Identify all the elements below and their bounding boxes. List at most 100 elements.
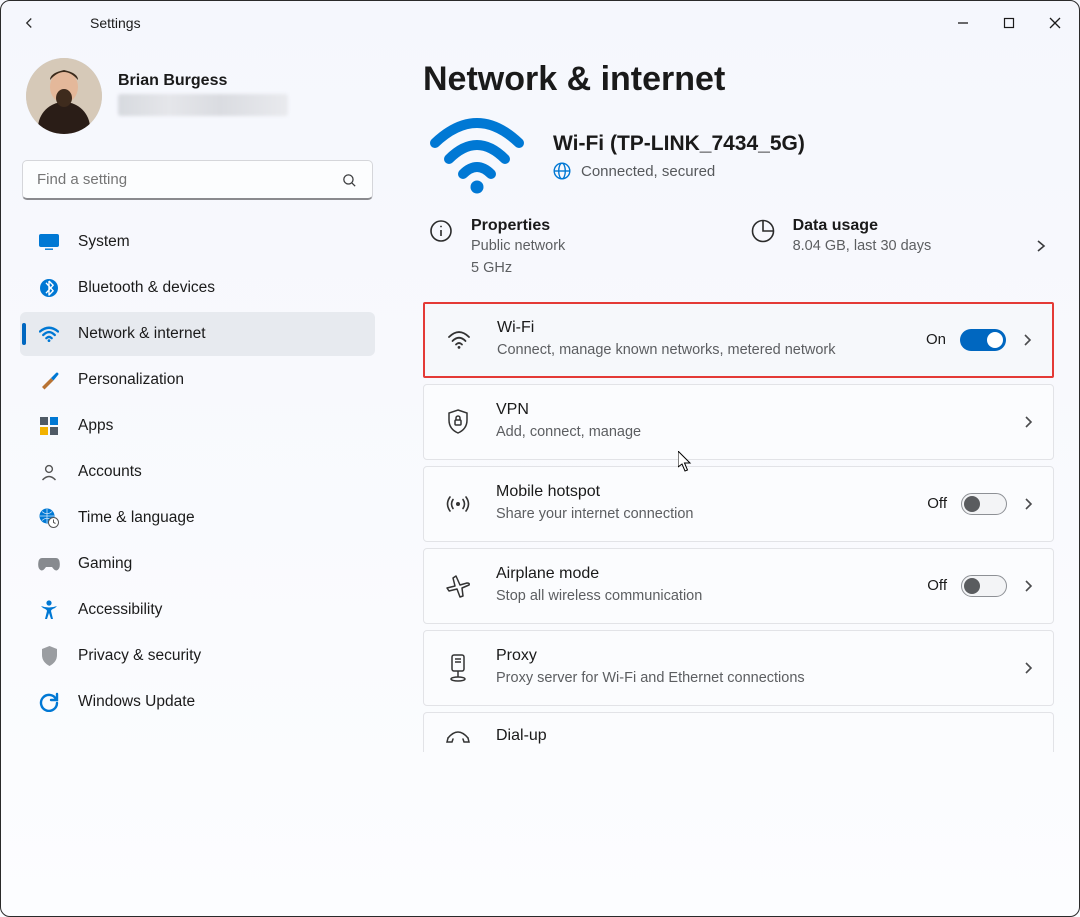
card-dial-up[interactable]: Dial-up	[423, 712, 1054, 752]
nav-label: Apps	[78, 417, 113, 435]
bluetooth-icon	[38, 277, 60, 299]
wifi-toggle-state: On	[926, 331, 946, 348]
secured-globe-icon	[553, 162, 571, 180]
nav-label: Bluetooth & devices	[78, 279, 215, 297]
active-indicator	[22, 323, 26, 345]
chevron-right-icon	[1021, 414, 1037, 430]
card-title: VPN	[496, 401, 999, 419]
display-icon	[38, 231, 60, 253]
nav-item-windows-update[interactable]: Windows Update	[20, 680, 375, 724]
data-usage-subtitle: 8.04 GB, last 30 days	[793, 235, 932, 257]
nav-label: Accessibility	[78, 601, 162, 619]
properties-subtitle: Public network5 GHz	[471, 235, 565, 280]
chevron-right-icon	[1021, 578, 1037, 594]
nav-item-accounts[interactable]: Accounts	[20, 450, 375, 494]
titlebar: ← back Settings	[0, 0, 1080, 46]
airplane-toggle[interactable]	[961, 575, 1007, 597]
card-mobile-hotspot[interactable]: Mobile hotspot Share your internet conne…	[423, 466, 1054, 542]
hotspot-toggle-state: Off	[927, 495, 947, 512]
nav-item-gaming[interactable]: Gaming	[20, 542, 375, 586]
nav-label: Network & internet	[78, 325, 206, 343]
properties-link[interactable]: Properties Public network5 GHz	[423, 215, 733, 282]
avatar	[26, 58, 102, 134]
update-icon	[38, 691, 60, 713]
profile-name: Brian Burgess	[118, 72, 288, 90]
nav-item-privacy[interactable]: Privacy & security	[20, 634, 375, 678]
chevron-right-icon	[1020, 332, 1036, 348]
proxy-icon	[442, 654, 474, 682]
card-airplane-mode[interactable]: Airplane mode Stop all wireless communic…	[423, 548, 1054, 624]
search-icon	[341, 172, 358, 189]
shield-lock-icon	[442, 409, 474, 435]
card-title: Proxy	[496, 647, 999, 665]
nav-label: Time & language	[78, 509, 195, 527]
page-title: Network & internet	[423, 60, 1054, 99]
nav-label: Privacy & security	[78, 647, 201, 665]
minimize-button[interactable]	[940, 6, 986, 40]
airplane-icon	[442, 574, 474, 598]
wifi-icon	[443, 330, 475, 350]
card-title: Wi-Fi	[497, 319, 904, 337]
connection-status-text: Connected, secured	[581, 163, 715, 180]
nav-item-accessibility[interactable]: Accessibility	[20, 588, 375, 632]
nav-item-system[interactable]: System	[20, 220, 375, 264]
nav-list: System Bluetooth & devices Network & int…	[20, 218, 375, 726]
airplane-toggle-state: Off	[927, 577, 947, 594]
back-button[interactable]: ← back	[10, 4, 48, 42]
maximize-button[interactable]	[986, 6, 1032, 40]
window-controls	[940, 6, 1078, 40]
properties-title: Properties	[471, 217, 565, 235]
chevron-right-icon	[1021, 660, 1037, 676]
info-icon	[427, 217, 455, 245]
card-vpn[interactable]: VPN Add, connect, manage	[423, 384, 1054, 460]
profile-email-redacted	[118, 94, 288, 116]
data-usage-icon	[749, 217, 777, 245]
chevron-right-icon	[1021, 496, 1037, 512]
sidebar: Brian Burgess System Bluetooth & devi	[0, 46, 395, 917]
wifi-icon	[38, 323, 60, 345]
accessibility-icon	[38, 599, 60, 621]
wifi-ssid: Wi-Fi (TP-LINK_7434_5G)	[553, 132, 805, 156]
shield-icon	[38, 645, 60, 667]
nav-label: Gaming	[78, 555, 132, 573]
nav-item-personalization[interactable]: Personalization	[20, 358, 375, 402]
card-title: Mobile hotspot	[496, 483, 905, 501]
card-subtitle: Share your internet connection	[496, 504, 905, 525]
nav-label: Personalization	[78, 371, 184, 389]
nav-label: Accounts	[78, 463, 142, 481]
card-wifi[interactable]: Wi-Fi Connect, manage known networks, me…	[423, 302, 1054, 378]
chevron-right-icon	[1030, 233, 1052, 264]
main-panel: Network & internet Wi-Fi (TP-LINK_7434_5…	[395, 46, 1080, 917]
dialup-icon	[442, 728, 474, 744]
card-title: Dial-up	[496, 727, 1037, 745]
nav-label: Windows Update	[78, 693, 195, 711]
card-subtitle: Connect, manage known networks, metered …	[497, 340, 904, 361]
person-icon	[38, 461, 60, 483]
card-subtitle: Add, connect, manage	[496, 422, 916, 443]
connection-status: Wi-Fi (TP-LINK_7434_5G) Connected, secur…	[423, 117, 1054, 195]
profile-block[interactable]: Brian Burgess	[20, 56, 375, 146]
wifi-toggle[interactable]	[960, 329, 1006, 351]
globe-clock-icon	[38, 507, 60, 529]
gamepad-icon	[38, 553, 60, 575]
card-proxy[interactable]: Proxy Proxy server for Wi-Fi and Etherne…	[423, 630, 1054, 706]
search-input[interactable]	[22, 160, 373, 200]
close-button[interactable]	[1032, 6, 1078, 40]
nav-item-bluetooth[interactable]: Bluetooth & devices	[20, 266, 375, 310]
nav-label: System	[78, 233, 130, 251]
data-usage-title: Data usage	[793, 217, 932, 235]
wifi-large-icon	[423, 117, 531, 195]
app-title: Settings	[90, 15, 141, 31]
nav-item-apps[interactable]: Apps	[20, 404, 375, 448]
nav-item-network[interactable]: Network & internet	[20, 312, 375, 356]
data-usage-link[interactable]: Data usage 8.04 GB, last 30 days	[745, 215, 1018, 259]
apps-icon	[38, 415, 60, 437]
card-subtitle: Stop all wireless communication	[496, 586, 905, 607]
nav-item-time-language[interactable]: Time & language	[20, 496, 375, 540]
card-subtitle: Proxy server for Wi-Fi and Ethernet conn…	[496, 668, 916, 689]
hotspot-icon	[442, 493, 474, 515]
hotspot-toggle[interactable]	[961, 493, 1007, 515]
paintbrush-icon	[38, 369, 60, 391]
search-button[interactable]	[331, 160, 367, 200]
card-title: Airplane mode	[496, 565, 905, 583]
